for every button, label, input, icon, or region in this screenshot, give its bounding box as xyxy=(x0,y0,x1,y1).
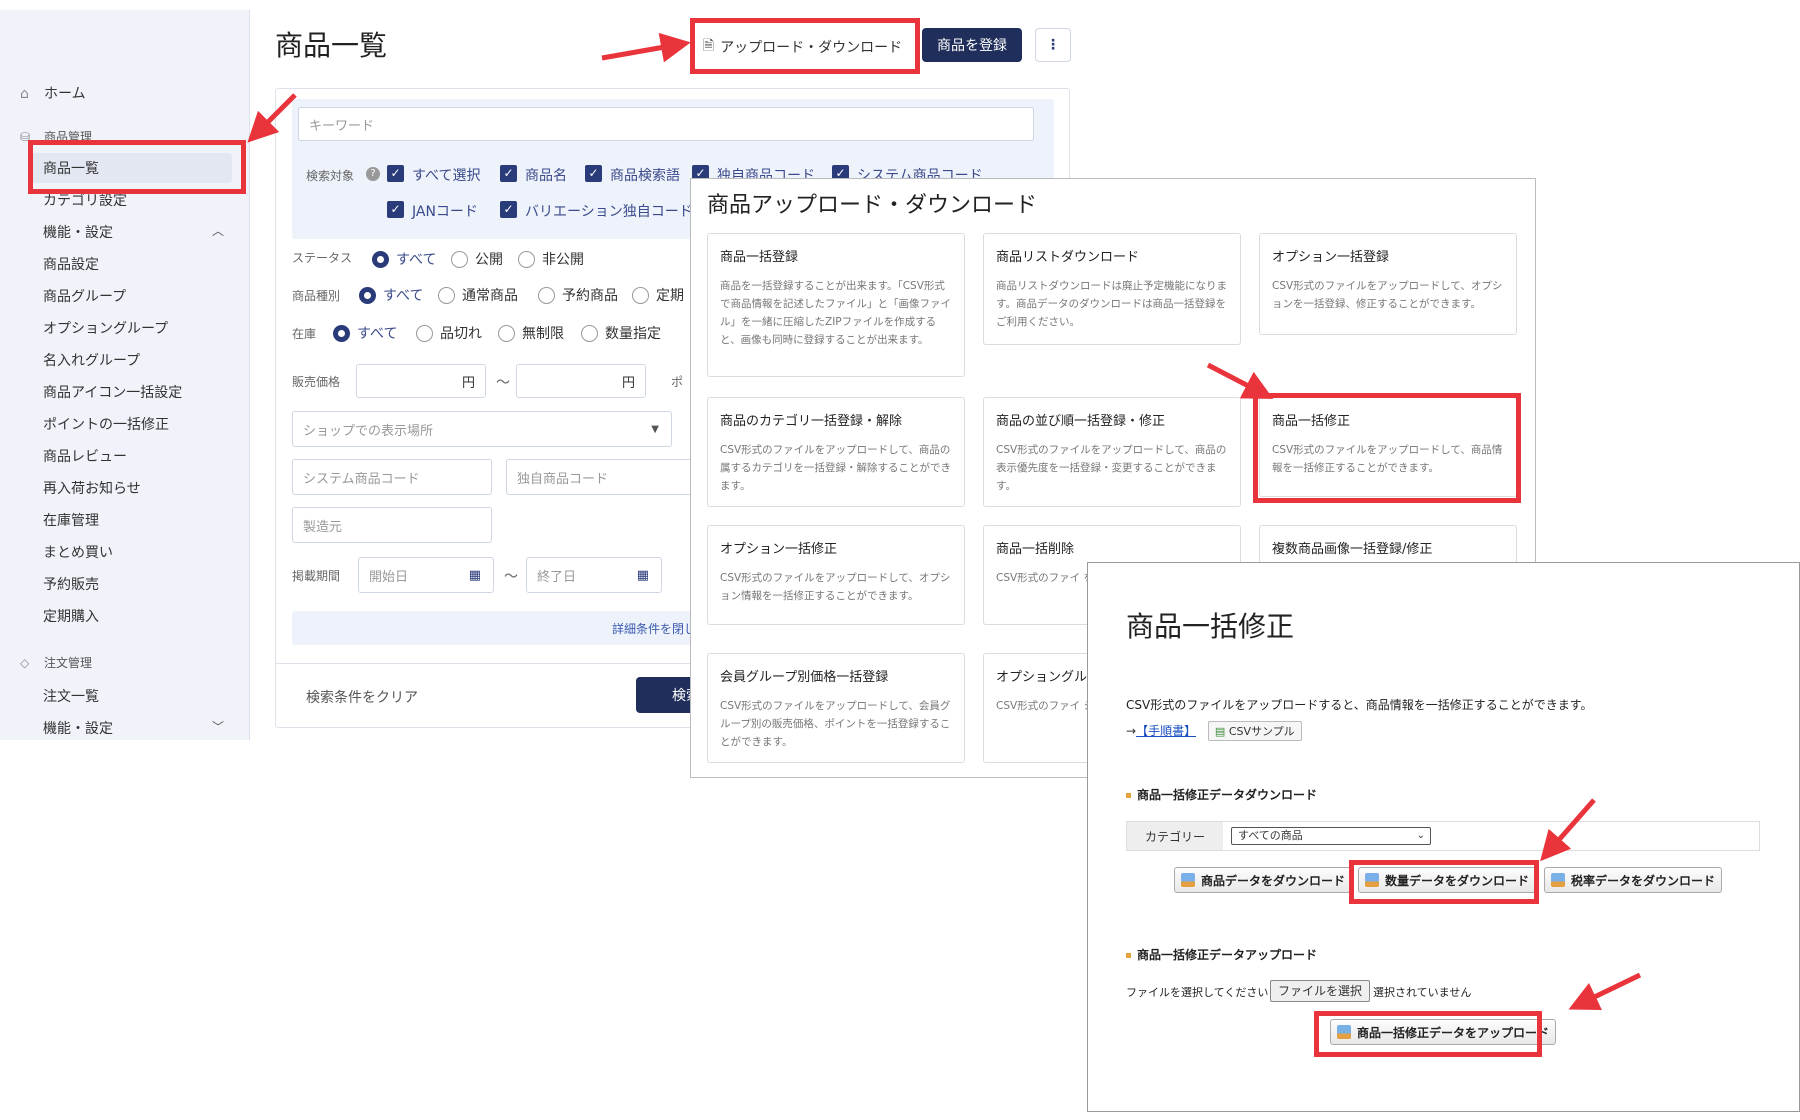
arrow-to-bulk-edit-card xyxy=(1206,362,1274,399)
arrow-to-quantity-download xyxy=(1540,798,1596,862)
arrow-to-upload xyxy=(1568,972,1642,1010)
arrow-to-sidebar xyxy=(247,93,297,143)
annotation-arrows xyxy=(247,32,1642,1010)
arrow-to-upload-download xyxy=(601,32,691,63)
